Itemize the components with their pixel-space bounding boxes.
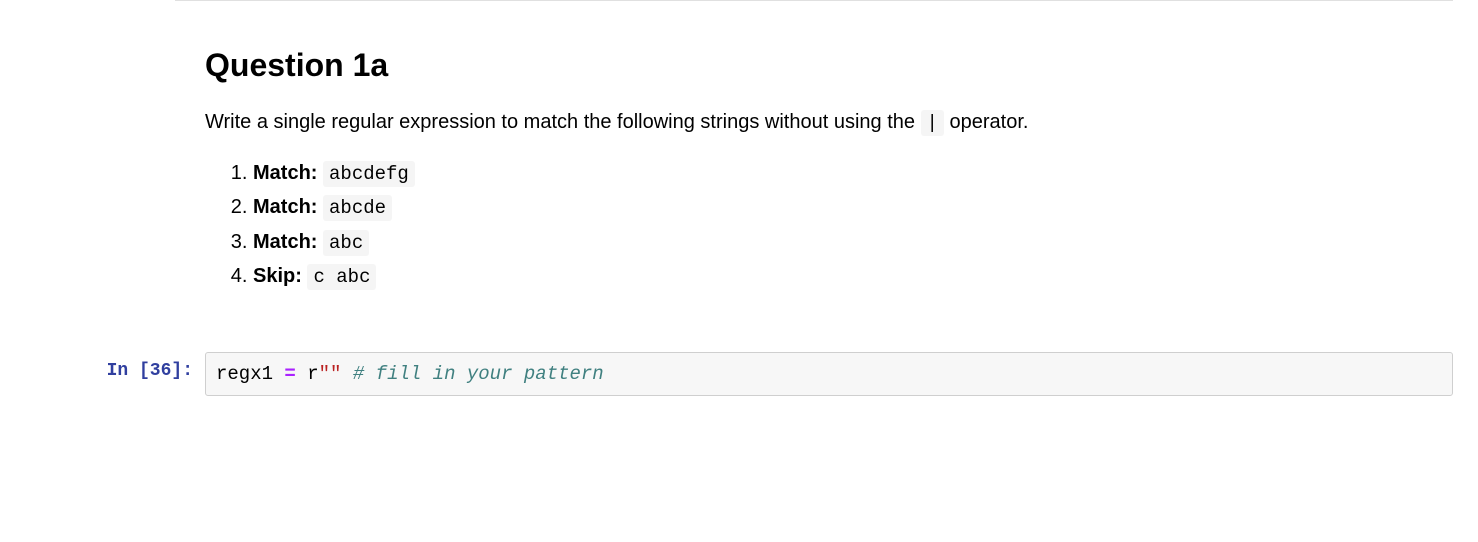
input-prompt: In [36]: bbox=[0, 352, 205, 397]
item-label: Match: bbox=[253, 162, 317, 184]
item-value: abc bbox=[323, 230, 369, 256]
item-value: abcdefg bbox=[323, 161, 415, 187]
code-string-prefix: r bbox=[307, 363, 318, 385]
item-value: c abc bbox=[307, 264, 376, 290]
notebook-container: Question 1a Write a single regular expre… bbox=[0, 0, 1478, 406]
item-value: abcde bbox=[323, 195, 392, 221]
code-input-area[interactable]: regx1 = r"" # fill in your pattern bbox=[205, 352, 1453, 397]
list-item: Match: abcde bbox=[253, 192, 1453, 223]
code-comment: # fill in your pattern bbox=[353, 363, 604, 385]
code-cell: In [36]: regx1 = r"" # fill in your patt… bbox=[0, 327, 1478, 407]
list-item: Match: abcdefg bbox=[253, 158, 1453, 189]
match-skip-list: Match: abcdefg Match: abcde Match: abc S… bbox=[205, 158, 1453, 292]
instruction-text: Write a single regular expression to mat… bbox=[205, 107, 1453, 138]
prompt-area-empty bbox=[0, 11, 205, 317]
item-label: Match: bbox=[253, 196, 317, 218]
markdown-content: Question 1a Write a single regular expre… bbox=[205, 11, 1478, 317]
code-variable: regx1 bbox=[216, 363, 273, 385]
code-string: "" bbox=[319, 363, 342, 385]
list-item: Skip: c abc bbox=[253, 261, 1453, 292]
instruction-pre: Write a single regular expression to mat… bbox=[205, 111, 921, 133]
item-label: Match: bbox=[253, 231, 317, 253]
prompt-label: In [36]: bbox=[107, 361, 193, 381]
item-label: Skip: bbox=[253, 265, 302, 287]
markdown-cell: Question 1a Write a single regular expre… bbox=[0, 1, 1478, 327]
pipe-operator-code: | bbox=[921, 110, 944, 136]
question-heading: Question 1a bbox=[205, 41, 1453, 89]
code-operator: = bbox=[284, 363, 295, 385]
instruction-post: operator. bbox=[944, 111, 1029, 133]
code-content: regx1 = r"" # fill in your pattern bbox=[205, 352, 1478, 397]
list-item: Match: abc bbox=[253, 227, 1453, 258]
